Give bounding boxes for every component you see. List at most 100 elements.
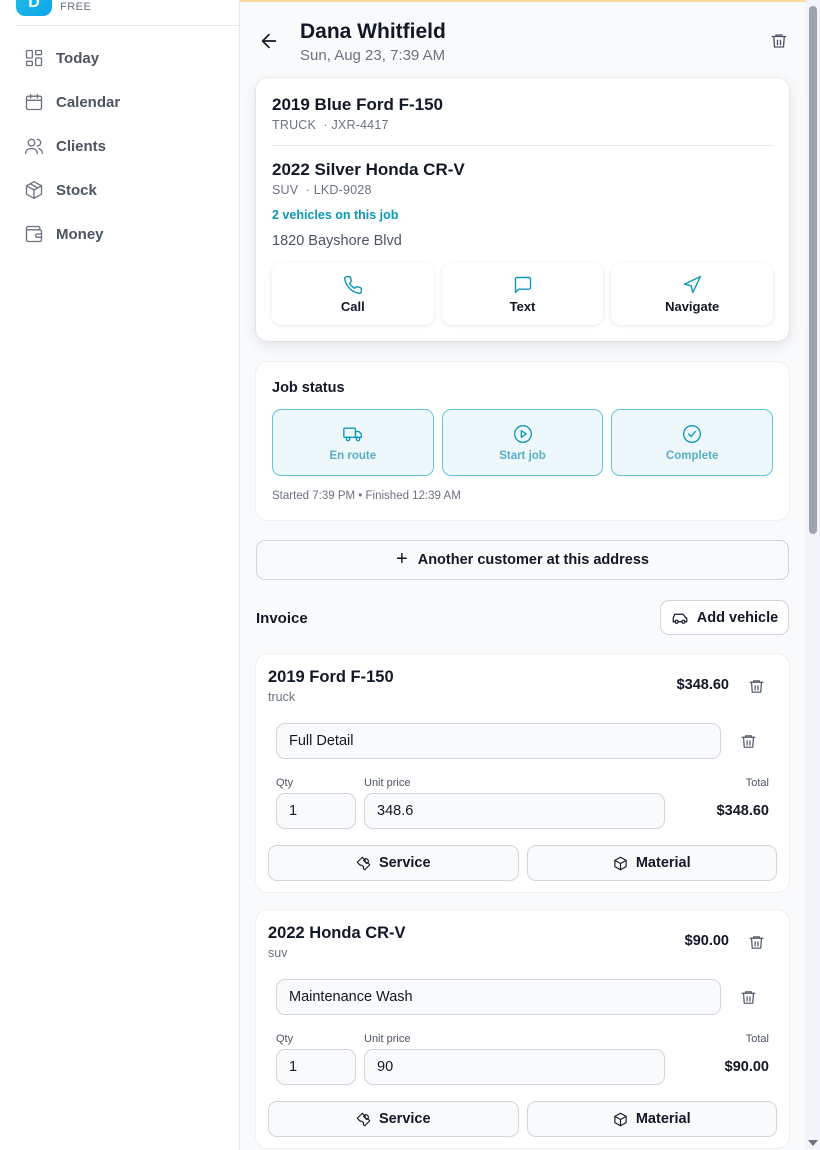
box-icon (614, 1112, 627, 1126)
sidebar-item-label: Calendar (56, 93, 121, 111)
invoice-vehicle-title: 2019 Ford F-150 (268, 668, 394, 686)
plan-badge: FREE (60, 1, 92, 13)
qty-input[interactable] (276, 793, 356, 829)
total-label: Total (745, 1033, 769, 1045)
invoice-vehicle-type: suv (268, 946, 288, 960)
another-customer-label: Another customer at this address (417, 552, 649, 568)
material-label: Material (635, 1111, 691, 1127)
start-job-button[interactable]: Start job (441, 409, 604, 476)
sidebar-item-stock[interactable]: Stock (16, 168, 224, 212)
delete-vehicle-button[interactable] (748, 678, 765, 695)
add-vehicle-label: Add vehicle (696, 609, 779, 626)
status-buttons: En route Start job Complete (272, 409, 774, 476)
add-line-actions: Service Material (268, 1101, 777, 1137)
invoice-vehicle-total: $348.60 (676, 677, 729, 693)
scrollbar[interactable] (806, 0, 820, 1150)
truck-icon (342, 427, 362, 441)
en-route-button[interactable]: En route (272, 409, 434, 476)
brand: D FREE (16, 0, 240, 26)
delete-line-button[interactable] (740, 733, 757, 750)
navigate-button[interactable]: Navigate (611, 263, 774, 325)
text-label: Text (509, 298, 536, 314)
vehicle-type: TRUCK (272, 118, 317, 132)
scrollbar-thumb[interactable] (809, 6, 817, 534)
sidebar-item-clients[interactable]: Clients (16, 124, 224, 168)
service-label: Service (378, 1111, 431, 1127)
box-icon (614, 856, 627, 870)
delete-job-button[interactable] (770, 32, 788, 50)
unit-price-input[interactable] (364, 1049, 665, 1085)
message-icon (514, 276, 531, 293)
navigation-icon (683, 275, 702, 293)
users-icon (25, 138, 43, 155)
vehicle-item: 2019 Blue Ford F-150 TRUCK · JXR-4417 (272, 95, 443, 132)
play-circle-icon (513, 424, 532, 443)
text-button[interactable]: Text (441, 263, 604, 325)
dashboard-icon (25, 49, 43, 67)
vehicle-name: 2019 Blue Ford F-150 (272, 95, 444, 114)
job-address: 1820 Bayshore Blvd (272, 233, 402, 249)
wrench-icon (356, 1112, 371, 1126)
box-icon (25, 181, 43, 199)
job-datetime: Sun, Aug 23, 7:39 AM (300, 47, 446, 64)
invoice-vehicle-card: 2022 Honda CR-V suv $90.00 Qty Unit pric… (256, 910, 789, 1148)
total-label: Total (745, 777, 769, 789)
sidebar-item-calendar[interactable]: Calendar (16, 80, 224, 124)
another-customer-button[interactable]: + Another customer at this address (256, 540, 789, 580)
unit-price-label: Unit price (364, 1033, 411, 1045)
invoice-vehicle-type: truck (268, 690, 296, 704)
complete-label: Complete (665, 449, 719, 462)
add-service-button[interactable]: Service (268, 1101, 519, 1137)
brand-logo[interactable]: D (16, 0, 52, 16)
call-label: Call (340, 298, 365, 314)
delete-vehicle-button[interactable] (748, 934, 765, 951)
add-vehicle-button[interactable]: Add vehicle (660, 600, 789, 635)
vehicles-card: 2019 Blue Ford F-150 TRUCK · JXR-4417 20… (256, 78, 789, 341)
sidebar-item-today[interactable]: Today (16, 36, 224, 80)
vehicle-type: SUV (272, 183, 299, 197)
sidebar-item-label: Stock (56, 181, 97, 199)
vehicle-plate: · JXR-4417 (323, 118, 389, 132)
job-detail-panel: Dana Whitfield Sun, Aug 23, 7:39 AM 2019… (240, 0, 806, 1150)
navigate-label: Navigate (665, 298, 720, 314)
back-button[interactable] (258, 30, 280, 52)
job-status-card: Job status En route Start job Complete S… (256, 362, 789, 520)
qty-input[interactable] (276, 1049, 356, 1085)
en-route-label: En route (329, 449, 377, 462)
invoice-heading: Invoice (256, 610, 308, 627)
wallet-icon (25, 225, 43, 243)
invoice-vehicle-card: 2019 Ford F-150 truck $348.60 Qty Unit p… (256, 654, 789, 892)
wrench-icon (356, 856, 371, 870)
qty-label: Qty (276, 777, 294, 789)
call-button[interactable]: Call (272, 263, 434, 325)
contact-actions: Call Text Navigate (272, 263, 774, 325)
trash-icon (749, 936, 764, 949)
job-header: Dana Whitfield Sun, Aug 23, 7:39 AM (256, 20, 790, 70)
line-item-name-input[interactable] (276, 979, 721, 1015)
delete-line-button[interactable] (740, 989, 757, 1006)
check-circle-icon (683, 424, 702, 443)
add-material-button[interactable]: Material (526, 845, 777, 881)
line-total: $348.60 (716, 803, 769, 819)
vehicle-meta: TRUCK · JXR-4417 (272, 118, 443, 132)
page-title: Dana Whitfield (300, 20, 446, 43)
job-status-title: Job status (272, 380, 345, 396)
scroll-down-arrow-icon[interactable] (808, 1140, 818, 1146)
line-total: $90.00 (724, 1059, 769, 1075)
unit-price-input[interactable] (364, 793, 665, 829)
sidebar-nav: Today Calendar Clients Stock Money (16, 36, 224, 256)
invoice-vehicle-total: $90.00 (684, 933, 729, 949)
add-material-button[interactable]: Material (526, 1101, 777, 1137)
complete-button[interactable]: Complete (611, 409, 774, 476)
vehicle-plate: · LKD-9028 (305, 183, 372, 197)
material-label: Material (635, 855, 691, 871)
car-icon (672, 613, 688, 624)
vehicle-count-link[interactable]: 2 vehicles on this job (272, 208, 398, 222)
status-timestamps: Started 7:39 PM • Finished 12:39 AM (272, 490, 461, 502)
sidebar-item-money[interactable]: Money (16, 212, 224, 256)
start-job-label: Start job (499, 449, 546, 462)
trash-icon (741, 735, 756, 748)
trash-icon (741, 991, 756, 1004)
line-item-name-input[interactable] (276, 723, 721, 759)
add-service-button[interactable]: Service (268, 845, 519, 881)
